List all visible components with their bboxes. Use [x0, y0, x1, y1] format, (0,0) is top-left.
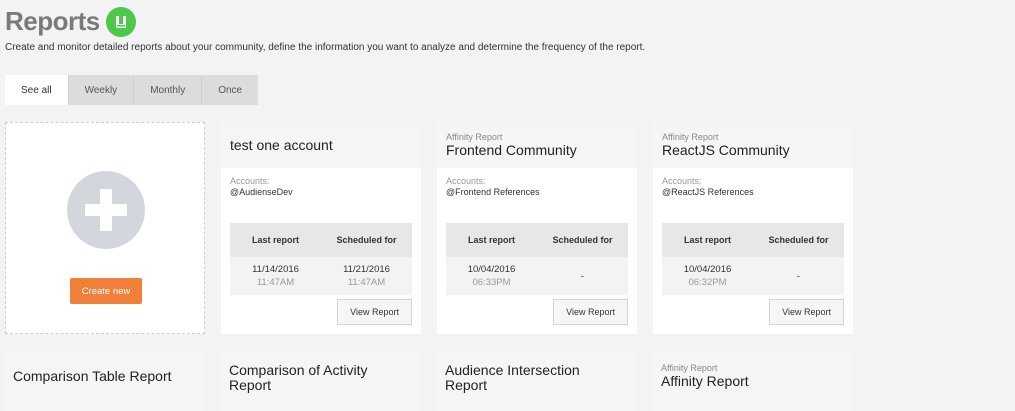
report-name: Audience Intersection Report [445, 362, 580, 393]
tab-monthly[interactable]: Monthly [134, 75, 203, 105]
report-name: ReactJS Community [662, 142, 790, 158]
report-name: Comparison Table Report [13, 368, 172, 384]
scheduled-for-header: Scheduled for [552, 235, 613, 245]
scheduled-date: 11/21/2016 [343, 264, 390, 275]
last-report-date: 10/04/2016 [467, 264, 516, 275]
create-report-card[interactable]: Create new [5, 122, 205, 334]
report-name: Comparison of Activity Report [229, 362, 368, 393]
table-row: 10/04/2016 06:33PM - [446, 257, 628, 295]
schedule-table: Last report Scheduled for 10/04/2016 06:… [446, 223, 628, 295]
last-report-header: Last report [467, 235, 515, 245]
last-report-header: Last report [251, 235, 299, 245]
report-name: test one account [230, 137, 333, 153]
account-handle: @AudienseDev [230, 187, 293, 197]
report-card: Affinity Report Frontend Community Accou… [437, 122, 637, 334]
filter-tabs: See all Weekly Monthly Once [5, 75, 259, 105]
view-report-button[interactable]: View Report [337, 299, 412, 325]
report-book-icon [105, 6, 136, 37]
schedule-table: Last report Scheduled for 11/14/2016 11:… [230, 223, 412, 295]
table-row: 11/14/2016 11:47AM 11/21/2016 11:47AM [230, 257, 412, 295]
scheduled-for-header: Scheduled for [336, 235, 397, 245]
scheduled-for-header: Scheduled for [768, 235, 829, 245]
scheduled-empty: - [796, 270, 801, 282]
last-report-date: 11/14/2016 [252, 264, 299, 275]
plus-icon[interactable] [67, 171, 145, 249]
last-report-time: 11:47AM [256, 277, 295, 288]
page-subtitle: Create and monitor detailed reports abou… [5, 42, 646, 53]
table-row: 10/04/2016 06:32PM - [662, 257, 844, 295]
page-header: Reports [5, 6, 136, 37]
tab-see-all[interactable]: See all [5, 75, 69, 105]
report-card: Affinity Report ReactJS Community Accoun… [653, 122, 853, 334]
report-type: Affinity Report [662, 132, 719, 142]
report-card: test one account Accounts: @AudienseDev … [221, 122, 421, 334]
tab-once[interactable]: Once [202, 75, 259, 105]
accounts-label: Accounts: [446, 176, 486, 186]
page-title: Reports [5, 6, 100, 36]
last-report-date: 10/04/2016 [683, 264, 732, 275]
report-card: Affinity Report Affinity Report [653, 351, 853, 411]
report-type: Affinity Report [661, 363, 718, 373]
accounts-label: Accounts: [662, 176, 702, 186]
view-report-button[interactable]: View Report [769, 299, 844, 325]
report-card: Comparison Table Report [5, 351, 205, 411]
scheduled-time: 11:47AM [347, 277, 386, 288]
accounts-label: Accounts: [230, 176, 270, 186]
schedule-table: Last report Scheduled for 10/04/2016 06:… [662, 223, 844, 295]
report-name: Affinity Report [661, 373, 749, 389]
tab-weekly[interactable]: Weekly [68, 75, 135, 105]
create-new-button[interactable]: Create new [70, 278, 142, 304]
scheduled-empty: - [580, 270, 585, 282]
view-report-button[interactable]: View Report [553, 299, 628, 325]
report-type: Affinity Report [446, 132, 503, 142]
last-report-header: Last report [683, 235, 731, 245]
report-name: Frontend Community [446, 142, 577, 158]
account-handle: @Frontend References [446, 187, 540, 197]
report-card: Comparison of Activity Report [221, 351, 421, 411]
report-card: Audience Intersection Report [437, 351, 637, 411]
last-report-time: 06:33PM [472, 277, 511, 288]
account-handle: @ReactJS References [662, 187, 754, 197]
last-report-time: 06:32PM [688, 277, 727, 288]
